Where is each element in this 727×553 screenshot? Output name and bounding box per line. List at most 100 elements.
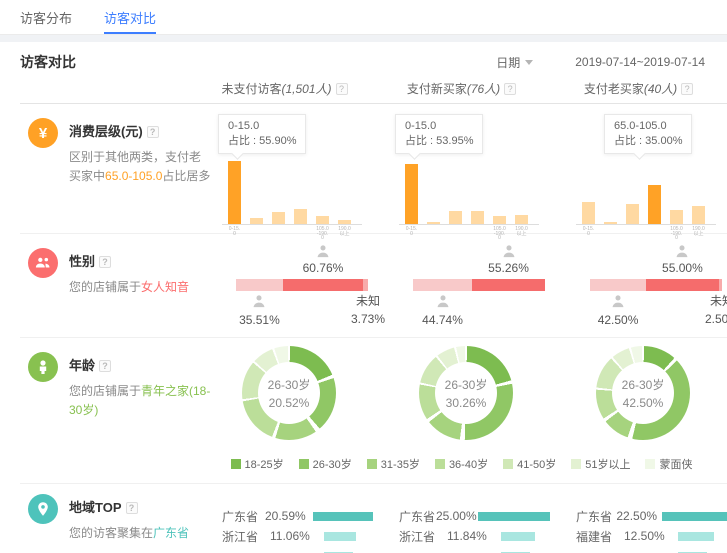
- legend-item-6[interactable]: 蒙面侠: [645, 456, 692, 472]
- female-percent: 60.76%: [303, 261, 344, 275]
- region-percent: 11.84%: [447, 529, 501, 543]
- bar-3: [648, 185, 661, 224]
- help-icon[interactable]: ?: [99, 256, 111, 268]
- region-name: 浙江省: [399, 528, 447, 545]
- gender-row-label: 性别? 您的店铺属于女人知音: [20, 234, 196, 337]
- column-header-new-buyers: 支付新买家(76人)?: [373, 80, 550, 97]
- column-header-repeat-buyers: 支付老买家(40人)?: [550, 80, 727, 97]
- region-row: [550, 546, 727, 553]
- legend-item-4[interactable]: 41-50岁: [503, 456, 556, 472]
- help-icon[interactable]: ?: [681, 83, 693, 95]
- region-name: 福建省: [576, 528, 624, 545]
- region-bar: [313, 512, 373, 521]
- female-segment: [646, 279, 719, 291]
- unknown-label: 未知2.50%: [692, 292, 727, 328]
- column-header-unpaid-visitors: 未支付访客(1,501人)?: [196, 80, 373, 97]
- visitor-comparison-panel: 访客对比 日期 2019-07-14~2019-07-14 未支付访客(1,50…: [0, 42, 727, 553]
- region-bar: [678, 532, 714, 541]
- bar-3: [294, 209, 307, 224]
- region-chart-unpaid: 广东省20.59%浙江省11.06%: [196, 484, 373, 553]
- consume-description: 区别于其他两类，支付老买家中65.0-105.0占比居多: [69, 148, 211, 186]
- consume-title: 消费层级(元)?: [69, 118, 211, 140]
- date-filter-label[interactable]: 日期: [496, 54, 520, 71]
- legend-item-0[interactable]: 18-25岁: [231, 456, 284, 472]
- unknown-percent: 2.50%: [692, 310, 727, 328]
- bar-0: [228, 161, 241, 224]
- legend-label: 26-30岁: [313, 456, 352, 472]
- tab-visitor-comparison[interactable]: 访客对比: [104, 0, 156, 34]
- tooltip-range: 0-15.0: [405, 119, 473, 134]
- chevron-down-icon[interactable]: [525, 60, 533, 65]
- region-row: 广东省22.50%: [550, 506, 727, 526]
- bar-1: [427, 222, 440, 224]
- region-chart-repeat-buyers: 广东省22.50% 福建省12.50%: [550, 484, 727, 553]
- gender-chart-new-buyers: 55.26% 44.74%: [373, 234, 550, 337]
- legend-item-1[interactable]: 26-30岁: [299, 456, 352, 472]
- tooltip-share: 占比 : 53.95%: [405, 134, 473, 149]
- age-title: 年龄?: [69, 352, 211, 374]
- male-percent: 44.74%: [422, 313, 463, 327]
- donut-center-value: 42.50%: [623, 396, 664, 410]
- region-bar: [662, 512, 727, 521]
- section-consume-level: ¥ 消费层级(元)? 区别于其他两类，支付老买家中65.0-105.0占比居多 …: [20, 104, 727, 234]
- donut-center-value: 30.26%: [446, 396, 487, 410]
- consume-chart-repeat-buyers: 65.0-105.0占比 : 35.00%0-15.0105.0-190.019…: [550, 104, 727, 241]
- bar-chart: [399, 159, 539, 225]
- tab-visitor-distribution[interactable]: 访客分布: [20, 0, 72, 34]
- region-percent: 12.50%: [624, 529, 678, 543]
- tab-bar: 访客分布 访客对比: [0, 0, 727, 35]
- donut-center-category: 26-30岁: [268, 376, 311, 393]
- region-chart-new-buyers: 广东省25.00%浙江省11.84%: [373, 484, 550, 553]
- bar-5: [515, 215, 528, 224]
- donut-center-category: 26-30岁: [445, 376, 488, 393]
- people-icon: [28, 248, 58, 278]
- male-icon: [435, 294, 450, 314]
- consume-chart-new-buyers: 0-15.0占比 : 53.95%0-15.0105.0-190.0190.0以…: [373, 104, 550, 241]
- bar-5: [338, 220, 351, 224]
- gender-description: 您的店铺属于女人知音: [69, 278, 211, 297]
- section-age: 年龄? 您的店铺属于青年之家(18-30岁) 26-30岁 20.52% 26-3…: [20, 338, 727, 484]
- male-segment: [590, 279, 646, 291]
- female-percent: 55.00%: [662, 261, 703, 275]
- help-icon[interactable]: ?: [99, 360, 111, 372]
- bar-tooltip: 0-15.0占比 : 55.90%: [218, 114, 306, 154]
- donut-center-label: 26-30岁 20.52%: [258, 362, 320, 424]
- region-bar: [501, 532, 535, 541]
- date-filter: 日期 2019-07-14~2019-07-14: [496, 54, 705, 71]
- donut-center-label: 26-30岁42.50%: [612, 362, 674, 424]
- date-range-value[interactable]: 2019-07-14~2019-07-14: [575, 55, 705, 69]
- panel-header: 访客对比 日期 2019-07-14~2019-07-14: [20, 42, 727, 74]
- legend-item-5[interactable]: 51岁以上: [571, 456, 630, 472]
- help-icon[interactable]: ?: [504, 83, 516, 95]
- legend-item-2[interactable]: 31-35岁: [367, 456, 420, 472]
- bar-5: [692, 206, 705, 224]
- region-row: [373, 546, 550, 553]
- region-row: 广东省20.59%: [196, 506, 373, 526]
- age-donut: 26-30岁42.50%: [596, 346, 690, 440]
- region-percent: 22.50%: [616, 509, 661, 523]
- legend-swatch: [231, 459, 241, 469]
- bar-1: [250, 218, 263, 224]
- gender-chart-unpaid: 60.76%35.51%未知3.73%: [196, 234, 373, 337]
- male-segment: [236, 279, 283, 291]
- legend-swatch: [571, 459, 581, 469]
- help-icon[interactable]: ?: [336, 83, 348, 95]
- region-row: [196, 546, 373, 553]
- female-percent: 55.26%: [488, 261, 529, 275]
- male-percent: 42.50%: [598, 313, 639, 327]
- age-description: 您的店铺属于青年之家(18-30岁): [69, 382, 211, 420]
- donut-center-label: 26-30岁 30.26%: [435, 362, 497, 424]
- age-donut: 26-30岁 20.52%: [242, 346, 336, 440]
- region-description: 您的访客聚集在广东省: [69, 524, 211, 543]
- donut-center-value: 20.52%: [269, 396, 310, 410]
- help-icon[interactable]: ?: [126, 502, 138, 514]
- female-segment: [472, 279, 545, 291]
- bar-chart: [576, 159, 716, 225]
- region-name: 广东省: [399, 508, 436, 525]
- bar-4: [316, 216, 329, 224]
- help-icon[interactable]: ?: [147, 126, 159, 138]
- section-region-top: 地域TOP? 您的访客聚集在广东省 广东省20.59%浙江省11.06% 广东省…: [20, 484, 727, 553]
- legend-item-3[interactable]: 36-40岁: [435, 456, 488, 472]
- region-name: 浙江省: [222, 528, 270, 545]
- gender-chart-repeat-buyers: 55.00% 42.50% 未知2.50%: [550, 234, 727, 337]
